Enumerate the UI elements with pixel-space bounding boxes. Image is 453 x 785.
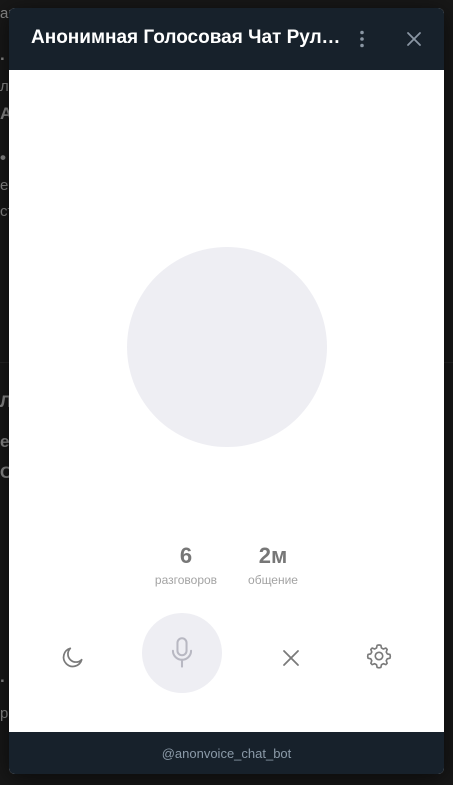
gear-icon[interactable] <box>361 638 397 674</box>
close-icon[interactable] <box>400 25 428 53</box>
popup-title: Анонимная Голосовая Чат Руле... <box>31 27 341 48</box>
moon-icon[interactable] <box>55 639 91 675</box>
stat-conversations-value: 6 <box>179 543 193 568</box>
popup-footer: @anonvoice_chat_bot <box>9 732 444 774</box>
microphone-button[interactable] <box>142 613 222 693</box>
stat-time: 2м общение <box>228 542 318 588</box>
stat-time-value: 2м <box>258 543 288 568</box>
popup-body: 6 разговоров 2м общение <box>9 70 444 732</box>
microphone-icon <box>168 636 196 670</box>
mini-app-popup: Анонимная Голосовая Чат Руле... 6 разгов… <box>9 8 444 774</box>
more-vertical-icon[interactable] <box>348 25 376 53</box>
skip-close-icon[interactable] <box>273 640 309 676</box>
stat-conversations-label: разговоров <box>154 573 218 587</box>
bot-handle[interactable]: @anonvoice_chat_bot <box>162 746 292 761</box>
stat-conversations: 6 разговоров <box>141 542 231 588</box>
stat-time-label: общение <box>248 573 298 587</box>
avatar-placeholder <box>127 247 327 447</box>
popup-header: Анонимная Голосовая Чат Руле... <box>9 8 444 70</box>
